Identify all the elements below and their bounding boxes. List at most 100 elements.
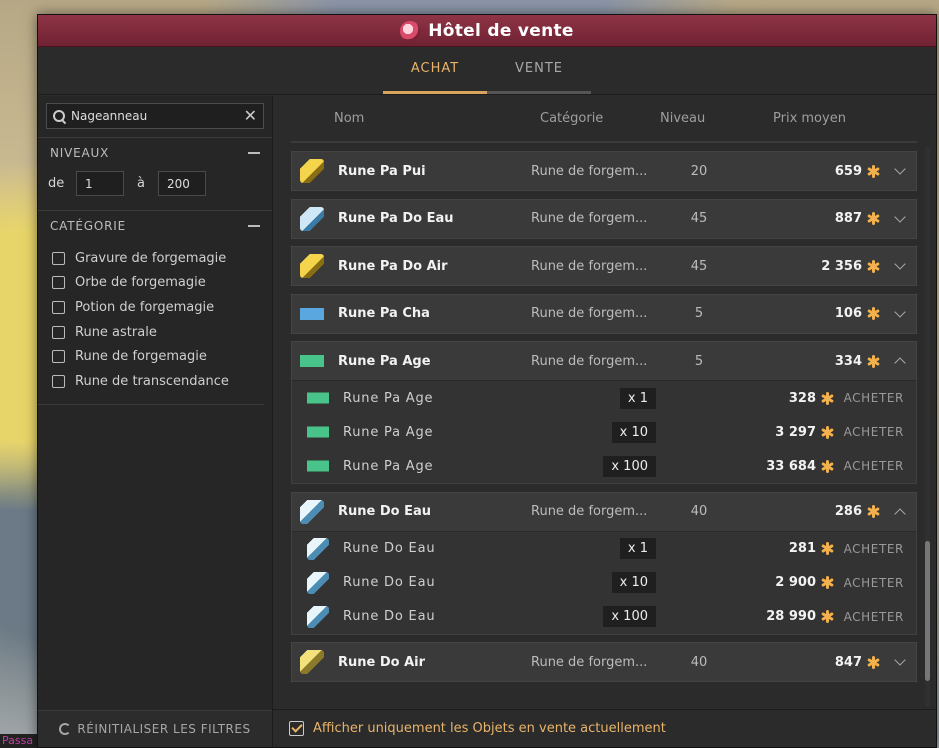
chevron-up-icon[interactable]: [894, 507, 906, 520]
category-label: Rune de transcendance: [75, 373, 229, 389]
background-chat-text: Passa: [0, 734, 40, 748]
offer-row: Rune Do Eau x 10 2 900 ACHETER: [292, 566, 916, 600]
table-row[interactable]: Rune Do Air Rune de forgem... 40 847: [291, 642, 917, 682]
refresh-icon: [59, 723, 72, 735]
tab-vente[interactable]: VENTE: [487, 46, 591, 94]
kama-icon: [867, 505, 880, 518]
clear-search-icon[interactable]: ✕: [244, 108, 257, 124]
offer-row: Rune Pa Age x 1 328 ACHETER: [292, 381, 916, 415]
checkbox-checked[interactable]: [289, 721, 304, 736]
table-row[interactable]: Rune Pa Cha Rune de forgem... 5 106: [291, 293, 917, 334]
search-icon: [53, 110, 65, 122]
item-price: 2 356: [821, 259, 880, 274]
offer-row: Rune Do Eau x 100 28 990 ACHETER: [292, 600, 916, 634]
item-category: Rune de forgem...: [531, 163, 646, 179]
offer-list: Rune Do Eau x 1 281 ACHETER Rune Do Eau …: [291, 531, 917, 635]
category-section-header[interactable]: CATÉGORIE: [38, 210, 272, 240]
chevron-down-icon[interactable]: [894, 210, 906, 223]
chevron-up-icon[interactable]: [894, 357, 906, 369]
category-checkbox-item[interactable]: Rune astrale: [52, 320, 264, 345]
table-row[interactable]: Rune Pa Age Rune de forgem... 5 334: [291, 341, 917, 381]
chevron-down-icon[interactable]: [894, 305, 906, 318]
buy-button[interactable]: ACHETER: [844, 610, 904, 624]
column-name-header[interactable]: Nom: [334, 111, 364, 126]
buy-button[interactable]: ACHETER: [844, 459, 904, 473]
table-row[interactable]: Rune Pa Pui Rune de forgem... 20 659: [291, 151, 917, 191]
category-label: Orbe de forgemagie: [75, 275, 206, 291]
item-name: Rune Pa Age: [338, 353, 431, 369]
checkbox[interactable]: [52, 374, 65, 388]
kama-icon: [867, 164, 880, 178]
chevron-down-icon[interactable]: [894, 258, 906, 270]
title-bar[interactable]: Hôtel de vente: [38, 15, 936, 47]
category-heading: CATÉGORIE: [50, 218, 126, 233]
rune-doeau-icon: [307, 571, 329, 594]
category-checkbox-item[interactable]: Gravure de forgemagie: [52, 246, 264, 271]
category-checkbox-item[interactable]: Potion de forgemagie: [52, 295, 264, 320]
chevron-down-icon[interactable]: [894, 163, 906, 175]
kama-icon: [867, 259, 880, 273]
offer-price: 28 990: [766, 609, 834, 624]
offer-row: Rune Do Eau x 1 281 ACHETER: [292, 532, 916, 566]
scrollbar-thumb[interactable]: [925, 541, 930, 681]
tab-bar: ACHAT VENTE: [38, 47, 936, 95]
buy-button[interactable]: ACHETER: [844, 391, 904, 405]
category-checkbox-item[interactable]: Rune de forgemagie: [52, 344, 264, 369]
rune-doeau-icon: [300, 499, 324, 524]
buy-button[interactable]: ACHETER: [844, 425, 904, 439]
reset-filters-button[interactable]: RÉINITIALISER LES FILTRES: [38, 710, 272, 747]
results-panel: Nom Catégorie Niveau Prix moyen Rune Pa …: [273, 96, 936, 747]
offer-price: 328: [789, 391, 834, 406]
collapse-icon[interactable]: [248, 151, 260, 154]
buy-button[interactable]: ACHETER: [844, 542, 904, 556]
category-checkbox-item[interactable]: Rune de transcendance: [52, 369, 264, 394]
category-label: Rune astrale: [75, 324, 157, 340]
buy-button[interactable]: ACHETER: [844, 576, 904, 590]
kama-icon: [867, 354, 880, 368]
chevron-down-icon[interactable]: [894, 654, 906, 666]
category-checkbox-item[interactable]: Orbe de forgemagie: [52, 271, 264, 296]
offer-list: Rune Pa Age x 1 328 ACHETER Rune Pa Age …: [291, 381, 917, 484]
item-price: 659: [835, 164, 880, 179]
item-category: Rune de forgem...: [531, 211, 646, 226]
kama-icon: [821, 610, 834, 623]
table-row[interactable]: Rune Pa Do Air Rune de forgem... 45 2 35…: [291, 246, 917, 286]
item-level: 20: [690, 163, 708, 179]
table-row[interactable]: Rune Pa Do Eau Rune de forgem... 45 887: [291, 198, 917, 239]
category-label: Rune de forgemagie: [75, 349, 207, 365]
item-category: Rune de forgem...: [531, 504, 646, 519]
item-name: Rune Pa Do Air: [338, 258, 448, 274]
offer-name: Rune Do Eau: [343, 541, 436, 556]
level-max-input[interactable]: [158, 171, 206, 196]
checkbox[interactable]: [52, 276, 65, 290]
tab-achat[interactable]: ACHAT: [383, 46, 487, 94]
rune-age-icon: [307, 387, 329, 409]
rune-age-icon: [307, 455, 329, 477]
offer-quantity: x 100: [603, 606, 656, 627]
level-from-label: de: [48, 176, 65, 191]
column-price-header[interactable]: Prix moyen: [773, 111, 846, 126]
category-label: Potion de forgemagie: [75, 299, 215, 315]
levels-section-header[interactable]: NIVEAUX: [38, 137, 272, 167]
offer-row: Rune Pa Age x 10 3 297 ACHETER: [292, 415, 916, 449]
rune-gold-icon: [300, 254, 324, 278]
column-level-header[interactable]: Niveau: [660, 111, 705, 126]
reset-filters-label: RÉINITIALISER LES FILTRES: [77, 722, 251, 736]
column-category-header[interactable]: Catégorie: [540, 111, 603, 126]
checkbox[interactable]: [52, 350, 65, 364]
checkbox[interactable]: [52, 251, 65, 265]
offer-name: Rune Pa Age: [343, 390, 434, 406]
item-category: Rune de forgem...: [531, 258, 646, 274]
checkbox[interactable]: [52, 300, 65, 314]
search-input[interactable]: [71, 109, 238, 123]
rune-cha-icon: [300, 301, 324, 326]
level-min-input[interactable]: [76, 171, 124, 196]
offer-quantity: x 1: [619, 538, 656, 559]
search-box[interactable]: ✕: [46, 103, 264, 129]
table-row[interactable]: Rune Do Eau Rune de forgem... 40 286: [291, 491, 917, 532]
offer-name: Rune Pa Age: [343, 424, 434, 440]
footer-filter[interactable]: Afficher uniquement les Objets en vente …: [273, 709, 936, 747]
collapse-icon[interactable]: [248, 224, 260, 227]
scrollbar[interactable]: [925, 146, 930, 707]
checkbox[interactable]: [52, 325, 65, 339]
